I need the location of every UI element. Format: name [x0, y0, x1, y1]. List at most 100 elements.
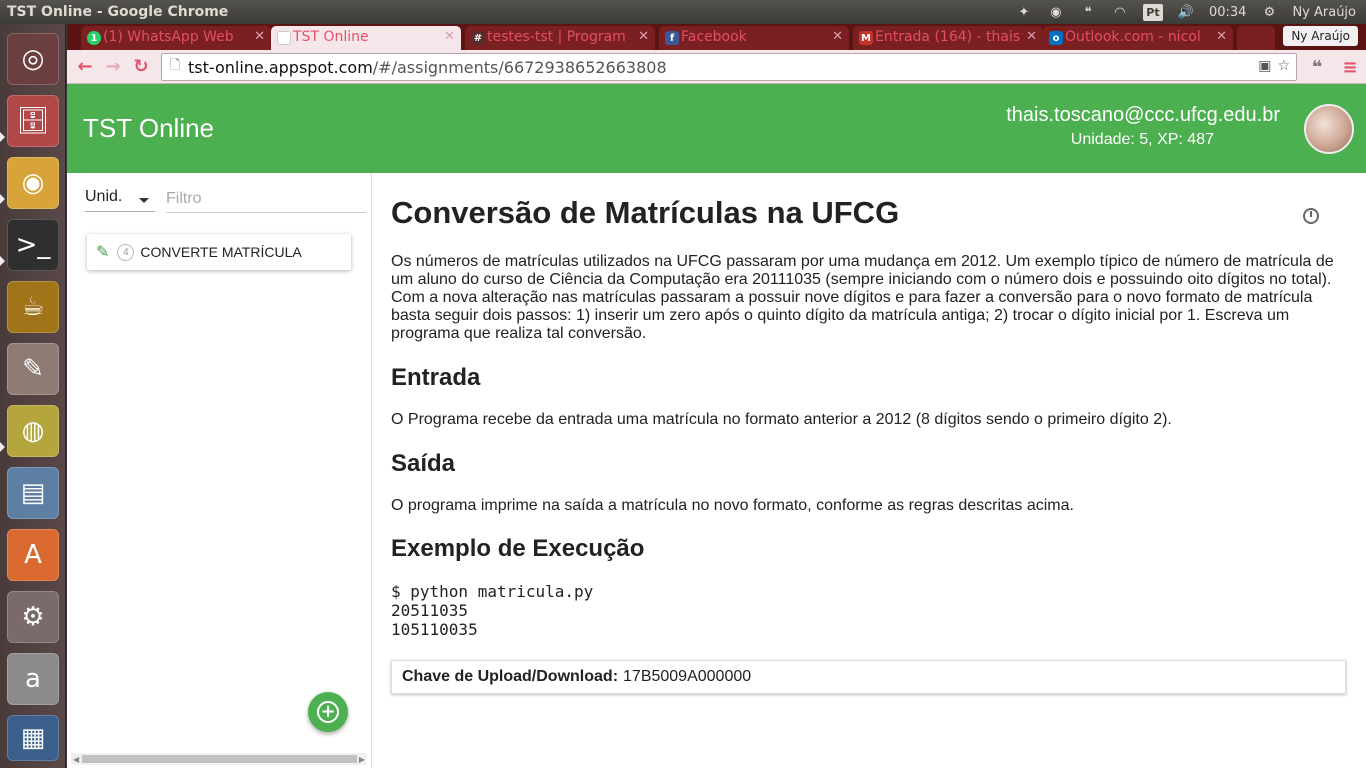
- presentation-icon[interactable]: ▤: [7, 467, 59, 519]
- hangouts-extension-icon[interactable]: ❝: [1303, 53, 1331, 81]
- output-text: O programa imprime na saída a matrícula …: [391, 497, 1074, 514]
- forward-icon[interactable]: →: [99, 53, 127, 81]
- hash-icon: #: [471, 31, 485, 45]
- teapot-icon[interactable]: ☕: [7, 281, 59, 333]
- gmail-icon: M: [859, 31, 873, 45]
- problem-description: Os números de matrículas utilizados na U…: [391, 253, 1334, 342]
- facebook-icon: f: [665, 31, 679, 45]
- back-icon[interactable]: ←: [71, 53, 99, 81]
- tab-testes-tst[interactable]: # testes-tst | Program ✕: [465, 26, 655, 50]
- page-info-icon[interactable]: 🗋: [162, 56, 188, 78]
- upload-key-value[interactable]: 17B5009A000000: [623, 668, 751, 686]
- running-indicator: [0, 132, 5, 142]
- wifi-icon[interactable]: ◠: [1111, 3, 1129, 21]
- unit-number-badge: 4: [117, 243, 135, 261]
- upload-key-label: Chave de Upload/Download:: [402, 668, 619, 685]
- plus-icon: +: [317, 701, 339, 723]
- translate-icon[interactable]: ▣: [1258, 58, 1271, 74]
- outlook-icon: o: [1049, 31, 1063, 45]
- text-editor-icon[interactable]: ✎: [7, 343, 59, 395]
- tab-facebook[interactable]: f Facebook ✕: [659, 26, 849, 50]
- bookmark-star-icon[interactable]: ☆: [1277, 58, 1290, 74]
- scrollbar-thumb[interactable]: [82, 755, 357, 763]
- tab-gmail[interactable]: M Entrada (164) - thais ✕: [853, 26, 1043, 50]
- history-icon[interactable]: [1303, 208, 1319, 224]
- running-indicator: [0, 194, 5, 204]
- browser-window: 1 (1) WhatsApp Web ✕ TST Online ✕ # test…: [67, 24, 1366, 768]
- tab-label: Entrada (164) - thais: [875, 29, 1021, 45]
- user-email: thais.toscano@ccc.ufcg.edu.br: [1006, 104, 1280, 126]
- gear-icon[interactable]: ⚙: [1260, 3, 1278, 21]
- filter-input[interactable]: [166, 186, 366, 213]
- tab-label: testes-tst | Program: [487, 29, 626, 45]
- assignment-sidebar: Unid. ✎ 4 CONVERTE MATRÍCULA + ◀ ▶: [67, 173, 372, 768]
- browser-toolbar: ← → ↻ 🗋 tst-online.appspot.com/#/assignm…: [67, 50, 1366, 84]
- problem-content: Conversão de Matrículas na UFCG Os númer…: [391, 173, 1351, 768]
- input-text: O Programa recebe da entrada uma matrícu…: [391, 411, 1172, 428]
- speaker-icon[interactable]: ◍: [7, 405, 59, 457]
- close-icon[interactable]: ✕: [832, 29, 843, 44]
- output-heading: Saída: [391, 450, 456, 477]
- problem-title: Conversão de Matrículas na UFCG: [391, 195, 900, 230]
- hangouts-icon[interactable]: ❝: [1079, 3, 1097, 21]
- tab-tst-online[interactable]: TST Online ✕: [271, 26, 461, 50]
- url-host: tst-online.appspot.com: [188, 57, 373, 77]
- whatsapp-icon: 1: [87, 31, 101, 45]
- tab-label: TST Online: [293, 29, 369, 45]
- file-cabinet-icon[interactable]: 🗄: [7, 95, 59, 147]
- unit-select[interactable]: Unid.: [85, 188, 155, 212]
- chrome-indicator-icon[interactable]: ◉: [1047, 3, 1065, 21]
- horizontal-scrollbar[interactable]: ◀ ▶: [71, 753, 367, 765]
- amazon-icon[interactable]: a: [7, 653, 59, 705]
- menu-icon[interactable]: ≡: [1336, 53, 1364, 81]
- window-title: TST Online - Google Chrome: [7, 4, 229, 20]
- assignment-label: CONVERTE MATRÍCULA: [140, 244, 302, 260]
- example-heading: Exemplo de Execução: [391, 535, 645, 562]
- settings-icon[interactable]: ⚙: [7, 591, 59, 643]
- workspace-switcher-icon[interactable]: ▦: [7, 715, 59, 761]
- clock[interactable]: 00:34: [1209, 5, 1246, 20]
- keyboard-layout-indicator[interactable]: Pt: [1142, 3, 1163, 21]
- chrome-icon[interactable]: ◉: [7, 157, 59, 209]
- volume-icon[interactable]: 🔊: [1177, 3, 1195, 21]
- scroll-left-icon[interactable]: ◀: [73, 755, 79, 764]
- ubuntu-logo-icon[interactable]: ◎: [7, 33, 59, 85]
- unit-select-value: Unid.: [85, 188, 123, 205]
- session-user[interactable]: Ny Araújo: [1292, 5, 1356, 20]
- tab-strip: 1 (1) WhatsApp Web ✕ TST Online ✕ # test…: [67, 24, 1366, 50]
- reload-icon[interactable]: ↻: [127, 53, 155, 81]
- close-icon[interactable]: ✕: [638, 29, 649, 44]
- user-stats: Unidade: 5, XP: 487: [1070, 131, 1214, 148]
- launcher: ◎ 🗄 ◉ >_ ☕ ✎ ◍ ▤ A ⚙ a ▦: [0, 24, 66, 768]
- close-icon[interactable]: ✕: [1216, 29, 1227, 44]
- app-title[interactable]: TST Online: [83, 113, 214, 144]
- add-button[interactable]: +: [308, 692, 348, 732]
- new-tab-button[interactable]: [1237, 26, 1275, 50]
- close-icon[interactable]: ✕: [254, 29, 265, 44]
- address-bar[interactable]: 🗋 tst-online.appspot.com/#/assignments/6…: [161, 53, 1297, 81]
- avatar[interactable]: [1304, 104, 1354, 154]
- upload-key-box: Chave de Upload/Download: 17B5009A000000: [391, 660, 1346, 694]
- dropbox-icon[interactable]: ✦: [1015, 3, 1033, 21]
- close-icon[interactable]: ✕: [444, 29, 455, 44]
- input-heading: Entrada: [391, 364, 481, 391]
- chevron-down-icon: [139, 198, 149, 203]
- close-icon[interactable]: ✕: [1026, 29, 1037, 44]
- tab-label: Outlook.com - nicol: [1065, 29, 1201, 45]
- pencil-icon: ✎: [96, 244, 110, 261]
- top-panel: TST Online - Google Chrome ✦ ◉ ❝ ◠ Pt 🔊 …: [0, 0, 1366, 24]
- tab-whatsapp[interactable]: 1 (1) WhatsApp Web ✕: [81, 26, 271, 50]
- indicator-area: ✦ ◉ ❝ ◠ Pt 🔊 00:34 ⚙ Ny Araújo: [1015, 3, 1366, 21]
- url-path: /#/assignments/6672938652663808: [372, 57, 667, 77]
- terminal-icon[interactable]: >_: [7, 219, 59, 271]
- web-page: TST Online thais.toscano@ccc.ufcg.edu.br…: [67, 84, 1366, 768]
- tab-outlook[interactable]: o Outlook.com - nicol ✕: [1043, 26, 1233, 50]
- assignment-item[interactable]: ✎ 4 CONVERTE MATRÍCULA: [87, 234, 351, 270]
- running-indicator: [0, 442, 5, 452]
- scroll-right-icon[interactable]: ▶: [359, 755, 365, 764]
- running-indicator: [0, 256, 5, 266]
- tab-label: (1) WhatsApp Web: [103, 29, 234, 45]
- app-header: TST Online thais.toscano@ccc.ufcg.edu.br…: [67, 84, 1366, 173]
- profile-button[interactable]: Ny Araújo: [1283, 26, 1358, 46]
- software-center-icon[interactable]: A: [7, 529, 59, 581]
